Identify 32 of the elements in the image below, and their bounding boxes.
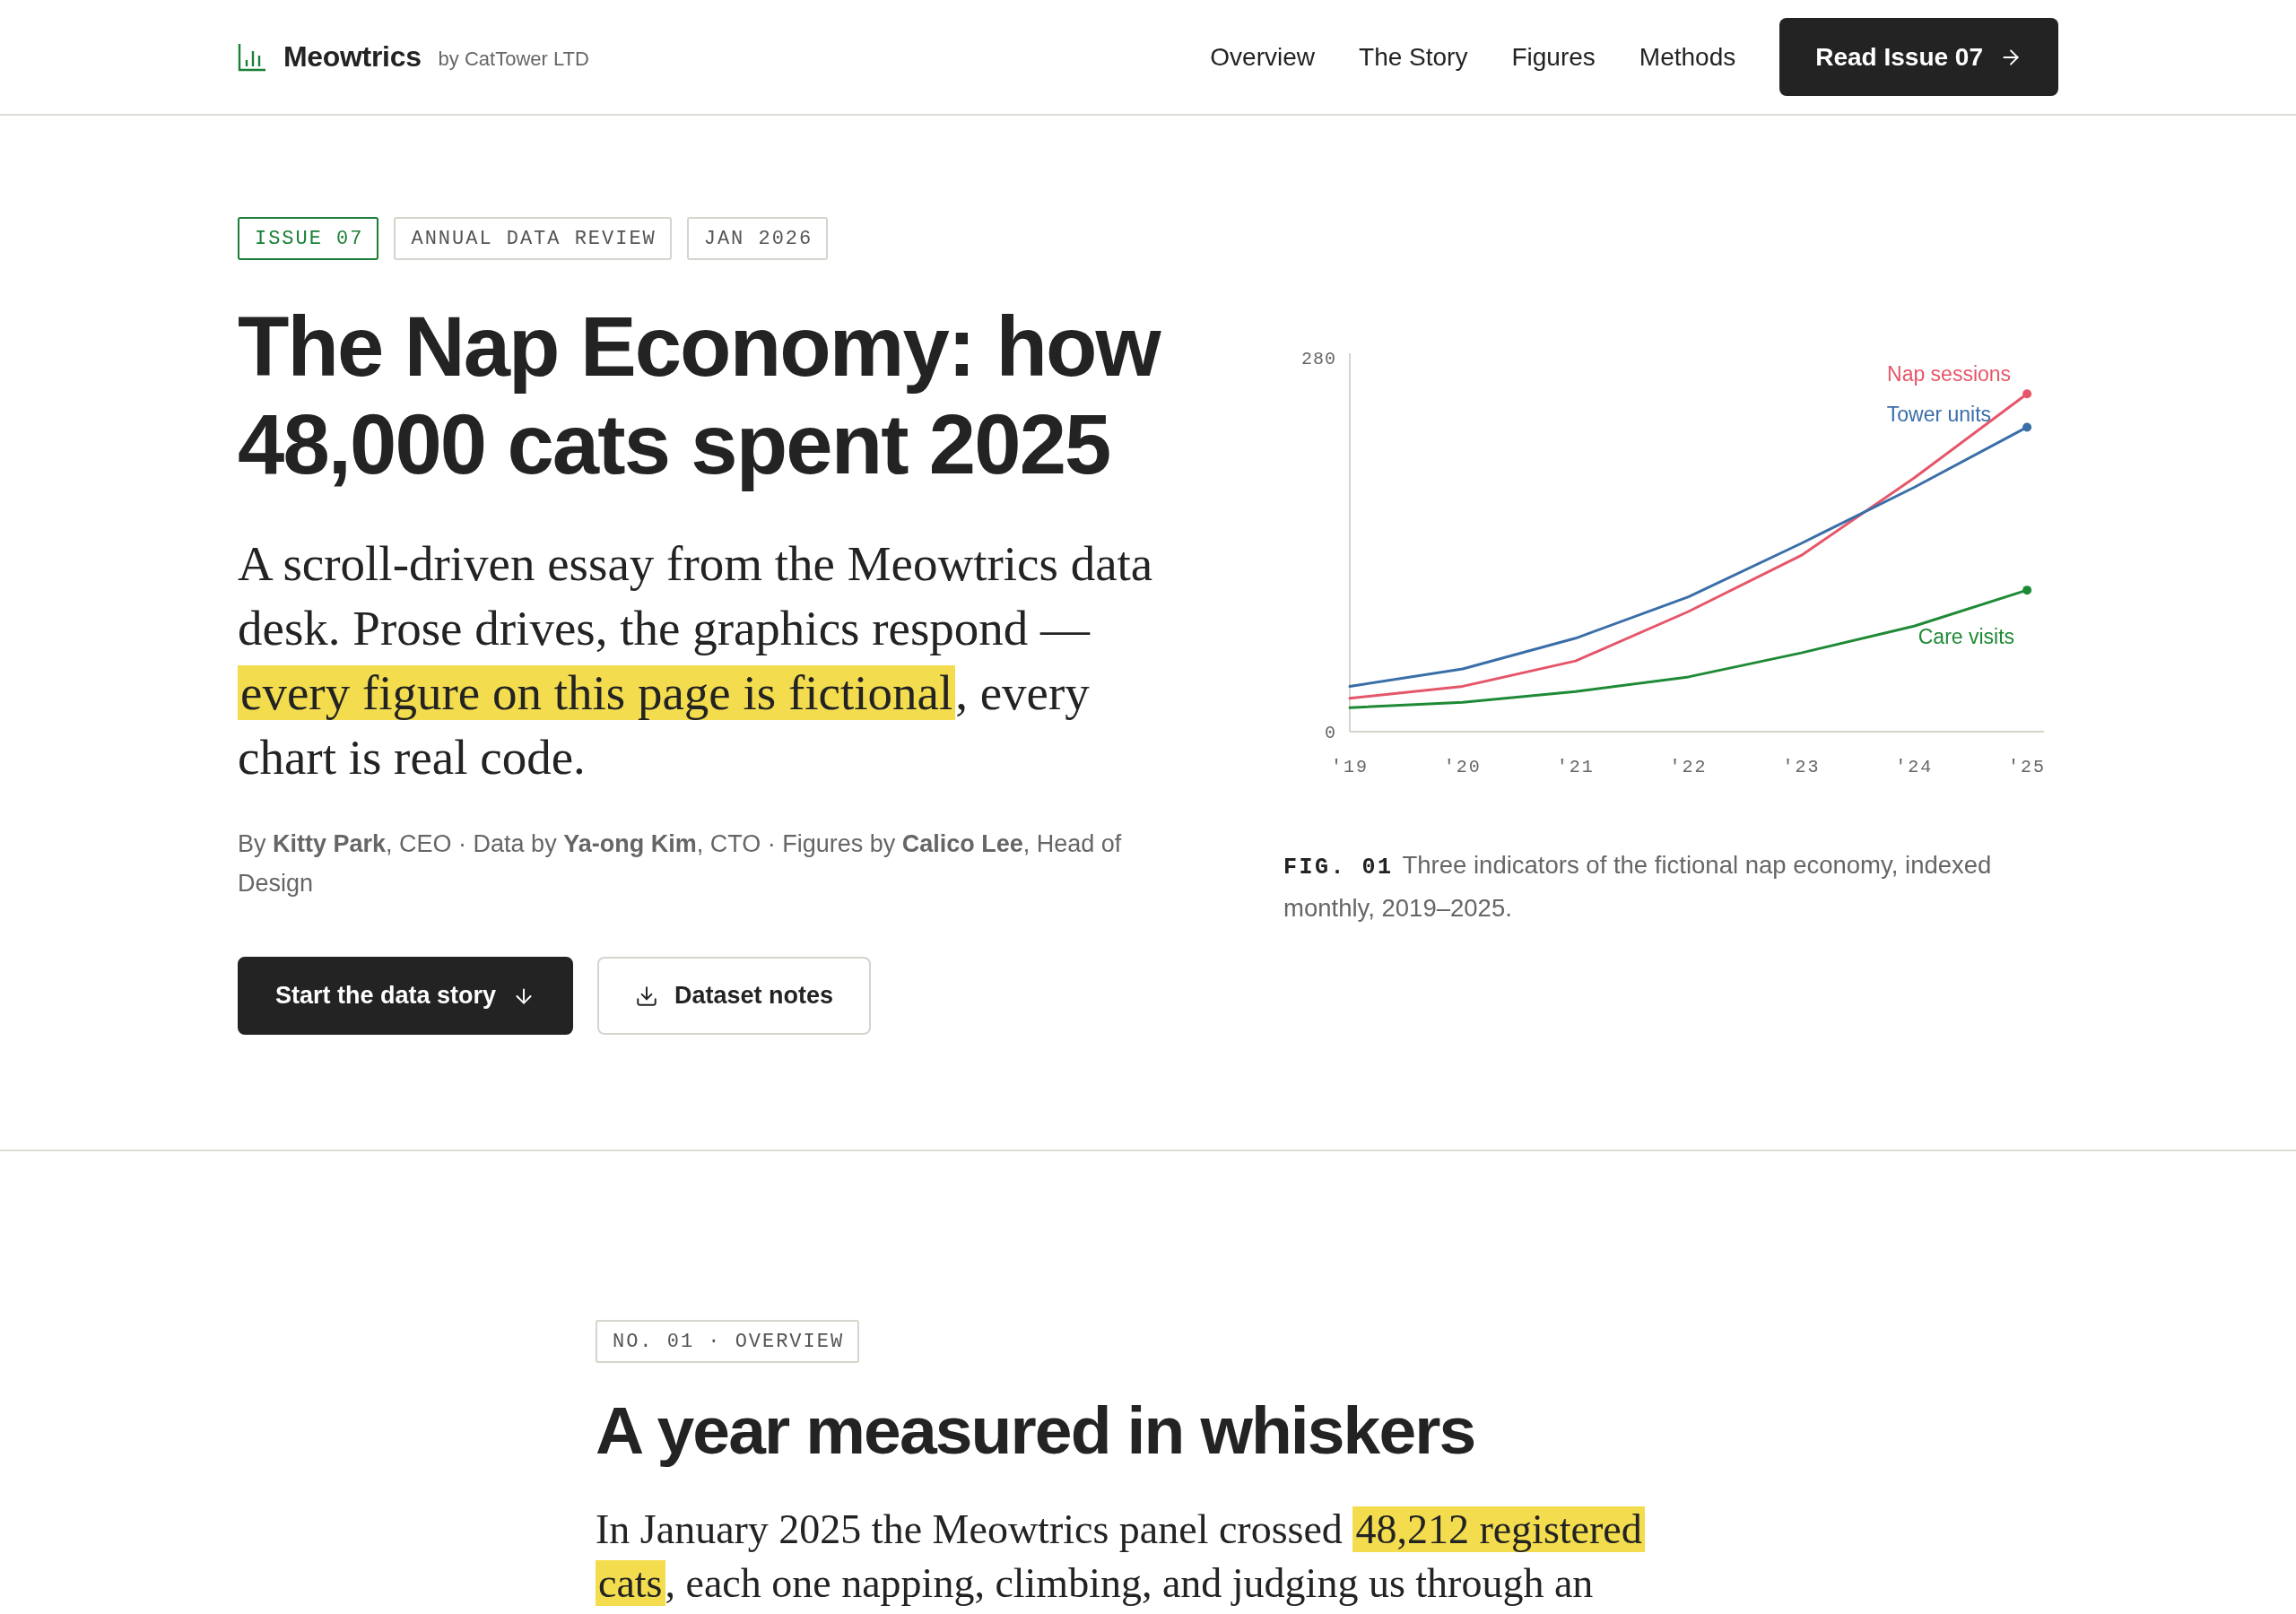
issue-tag: ISSUE 07 <box>238 217 379 260</box>
nav-link[interactable]: Methods <box>1639 42 1736 72</box>
axis-tick-label: '25 <box>2008 756 2047 777</box>
section-tag: NO. 01 · OVERVIEW <box>596 1320 860 1363</box>
series-label: Nap sessions <box>1887 361 2012 386</box>
series-label: Care visits <box>1918 624 2015 648</box>
figure-caption: FIG. 01 Three indicators of the fictional nap economy, indexed monthly, 2019–2025. <box>1283 849 1993 924</box>
headline: The Nap Economy: how 48,000 cats spent 2025 <box>238 299 1161 493</box>
axis-tick-label: '19 <box>1331 756 1369 777</box>
section-heading: A year measured in whiskers <box>596 1392 1475 1469</box>
brand-tagline: by CatTower LTD <box>438 47 589 71</box>
nav-link[interactable]: Overview <box>1210 42 1316 72</box>
category-tag: ANNUAL DATA REVIEW <box>394 217 672 260</box>
download-icon <box>635 984 659 1008</box>
nav-link[interactable]: Figures <box>1511 42 1596 72</box>
axis-tick-label: '23 <box>1782 756 1821 777</box>
axis-tick-label: 280 <box>1301 348 1336 369</box>
axis-tick-label: 0 <box>1325 722 1336 743</box>
nav-link[interactable]: The Story <box>1359 42 1468 72</box>
lead-paragraph: A scroll-driven essay from the Meowtrics data desk. Prose drives, the graphics respond — every figure on this page is fictional, every chart is real code. <box>238 535 1154 786</box>
brand-name: Meowtrics <box>283 40 422 74</box>
axis-tick-label: '24 <box>1895 756 1934 777</box>
axis-tick-label: '22 <box>1669 756 1708 777</box>
category-tag: JAN 2026 <box>686 217 829 260</box>
read-issue-button[interactable]: Read Issue 07 <box>1779 18 2058 96</box>
dataset-notes-button[interactable]: Dataset notes <box>597 957 872 1035</box>
bar-chart-icon <box>238 42 266 72</box>
axis-tick-label: '21 <box>1556 756 1595 777</box>
start-story-button[interactable]: Start the data story <box>238 957 574 1035</box>
byline: By Kitty Park, CEO · Data by Ya-ong Kim, CTO · Figures by Calico Lee, Head of Design <box>238 829 1123 898</box>
axis-tick-label: '20 <box>1443 756 1482 777</box>
series-label: Tower units <box>1886 402 1992 426</box>
